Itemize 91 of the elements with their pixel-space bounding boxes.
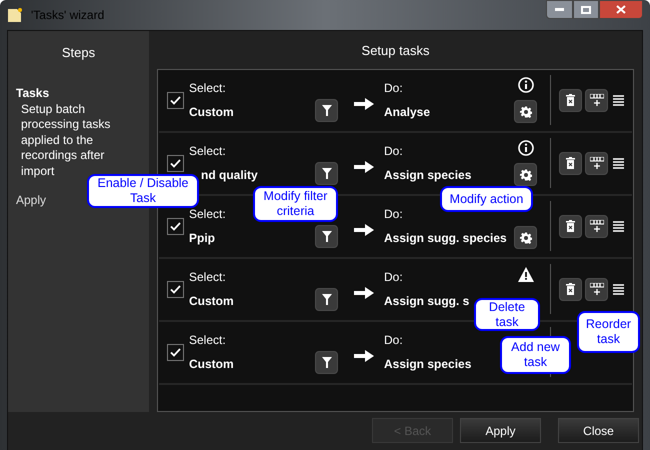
filter-icon xyxy=(322,230,332,242)
trash-icon xyxy=(566,283,575,295)
do-value: Analyse xyxy=(384,106,430,118)
callout: Add new task xyxy=(500,336,571,374)
do-label: Do: xyxy=(384,82,403,94)
filter-button[interactable] xyxy=(315,288,338,310)
delete-button[interactable] xyxy=(559,214,582,238)
gear-icon xyxy=(520,168,532,180)
settings-button[interactable] xyxy=(514,163,537,186)
select-value: Custom xyxy=(189,295,234,307)
close-icon xyxy=(616,5,626,14)
gear-icon xyxy=(520,232,532,244)
do-label: Do: xyxy=(384,271,403,283)
do-value: Assign sugg. species xyxy=(384,232,507,244)
select-label: Select: xyxy=(189,145,226,157)
minimize-icon xyxy=(555,8,564,11)
check-icon xyxy=(170,222,181,230)
select-label: Select: xyxy=(189,271,226,283)
select-value: Custom xyxy=(189,106,234,118)
check-icon xyxy=(170,96,181,104)
drag-handle-icon[interactable] xyxy=(613,284,624,294)
enable-checkbox[interactable] xyxy=(167,218,184,234)
check-icon xyxy=(170,158,181,168)
add-task-button[interactable] xyxy=(585,88,608,112)
window-title: 'Tasks' wizard xyxy=(31,7,104,24)
footer-button[interactable]: Apply xyxy=(460,418,541,443)
arrow-icon xyxy=(354,161,374,173)
trash-icon xyxy=(566,94,575,106)
settings-button[interactable] xyxy=(514,226,537,249)
maximize-button[interactable] xyxy=(573,0,599,19)
maximize-icon xyxy=(581,6,591,14)
filter-button[interactable] xyxy=(315,98,338,122)
enable-checkbox[interactable] xyxy=(167,92,184,108)
callout: Modify action xyxy=(440,186,533,212)
callout: Enable / Disable Task xyxy=(87,174,199,208)
gear-icon xyxy=(520,106,532,118)
settings-button[interactable] xyxy=(514,100,537,123)
footer-button[interactable]: Close xyxy=(558,418,639,443)
select-label: Select: xyxy=(189,208,226,220)
trash-icon xyxy=(566,157,575,169)
filter-button[interactable] xyxy=(315,162,338,184)
do-label: Do: xyxy=(384,145,403,157)
check-icon xyxy=(170,284,181,294)
enable-checkbox[interactable] xyxy=(167,280,184,298)
drag-handle-icon[interactable] xyxy=(613,220,624,232)
do-label: Do: xyxy=(384,334,403,346)
arrow-icon xyxy=(354,287,374,299)
delete-button[interactable] xyxy=(559,152,582,174)
drag-handle-icon[interactable] xyxy=(613,94,624,106)
folder-icon xyxy=(7,7,23,23)
select-label: Select: xyxy=(189,334,226,346)
do-value: Assign species xyxy=(384,358,472,370)
callout: Delete task xyxy=(474,298,540,331)
enable-checkbox[interactable] xyxy=(167,344,184,360)
select-value: Custom xyxy=(189,358,234,370)
arrow-icon xyxy=(354,350,374,362)
check-icon xyxy=(170,348,181,356)
arrow-icon xyxy=(354,224,374,236)
filter-icon xyxy=(322,104,332,116)
do-value: Assign species xyxy=(384,169,472,181)
select-value: Ppip xyxy=(189,232,215,244)
delete-button[interactable] xyxy=(559,278,582,300)
enable-checkbox[interactable] xyxy=(167,154,184,172)
step-item[interactable]: Tasks xyxy=(16,84,50,102)
do-value: Assign sugg. s xyxy=(384,295,470,307)
trash-icon xyxy=(566,220,575,232)
filter-icon xyxy=(322,356,332,368)
arrow-icon xyxy=(354,98,374,110)
step-item[interactable]: Apply xyxy=(16,191,46,209)
select-label: Select: xyxy=(189,82,226,94)
filter-icon xyxy=(322,168,332,178)
steps-title: Steps xyxy=(60,44,96,62)
minimize-button[interactable] xyxy=(546,0,573,19)
filter-button[interactable] xyxy=(315,350,338,374)
add-row-icon xyxy=(590,220,604,232)
drag-handle-icon[interactable] xyxy=(613,158,624,168)
select-value: nd quality xyxy=(201,169,258,181)
add-row-icon xyxy=(590,157,604,169)
filter-button[interactable] xyxy=(315,224,338,248)
callout: Modify filter criteria xyxy=(253,186,338,222)
panel-title: Setup tasks xyxy=(360,42,430,60)
add-row-icon xyxy=(590,94,604,106)
add-task-button[interactable] xyxy=(585,214,608,238)
delete-button[interactable] xyxy=(559,88,582,112)
add-task-button[interactable] xyxy=(585,278,608,300)
close-window-button[interactable] xyxy=(599,0,643,19)
add-row-icon xyxy=(590,283,604,295)
callout: Reorder task xyxy=(577,311,640,353)
filter-icon xyxy=(322,294,332,304)
add-task-button[interactable] xyxy=(585,152,608,174)
do-label: Do: xyxy=(384,208,403,220)
